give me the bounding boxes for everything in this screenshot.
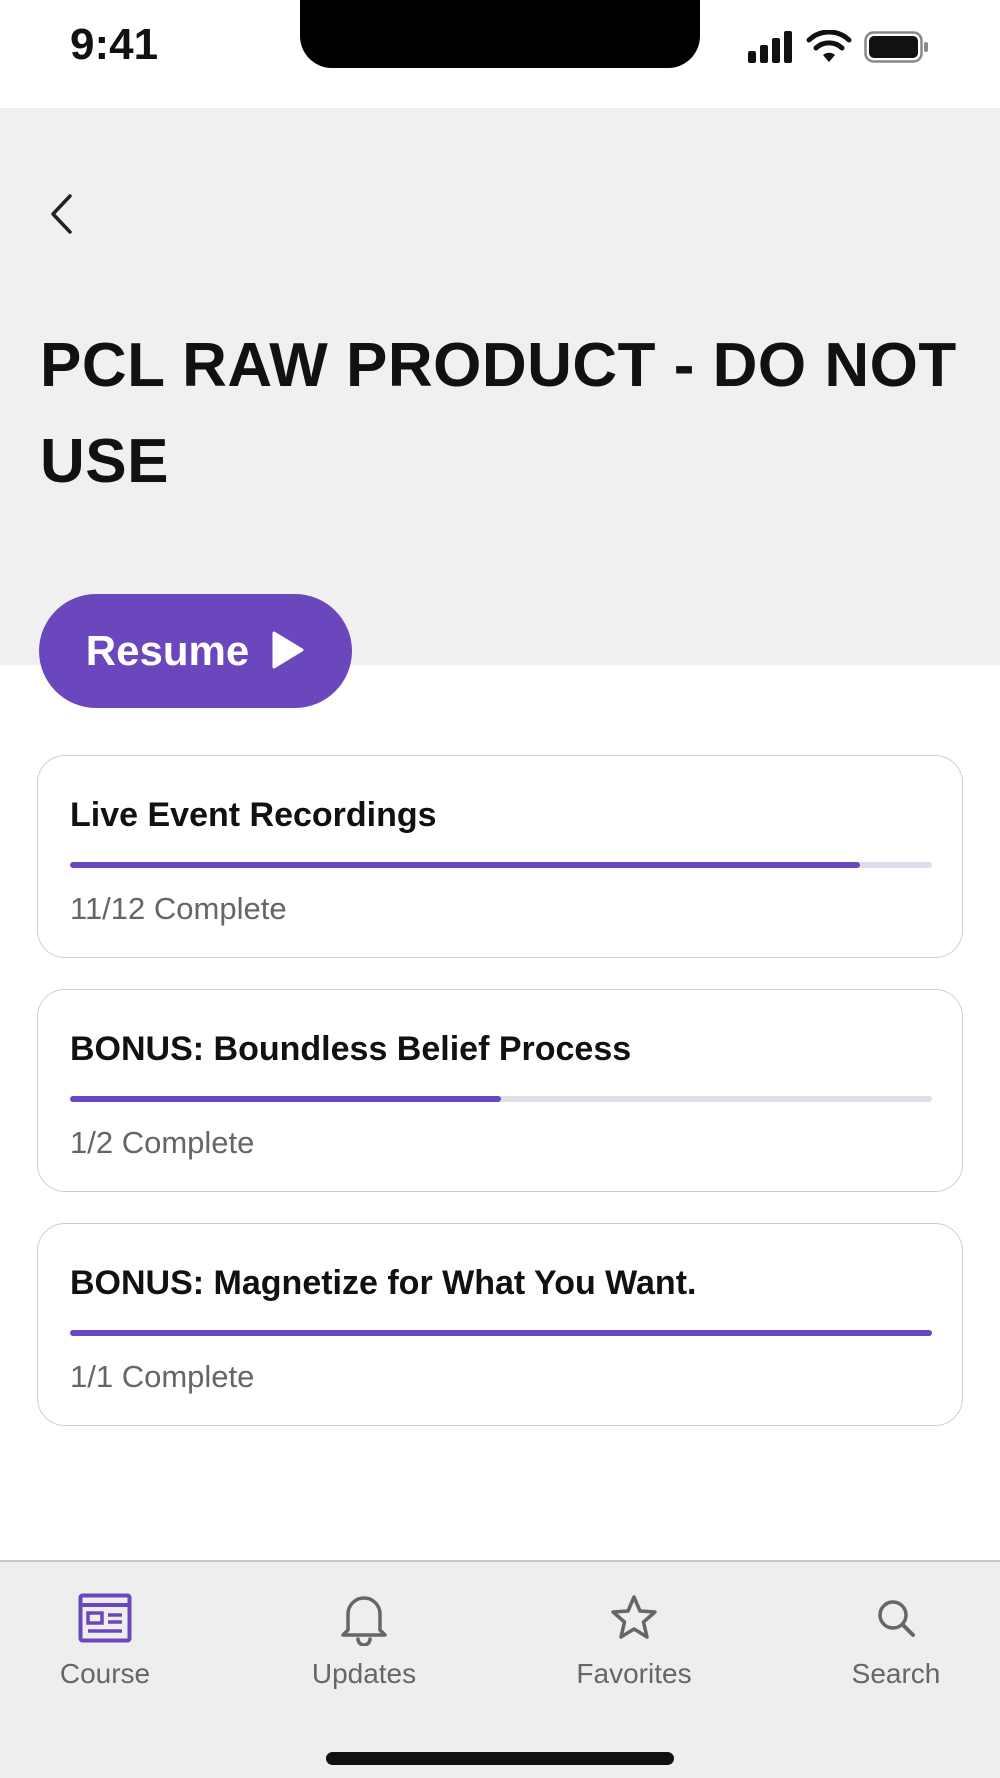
wifi-icon [806, 29, 852, 69]
status-icons [746, 29, 930, 69]
battery-icon [864, 31, 930, 68]
tab-bar: Course Updates Favorites Search [0, 1560, 1000, 1778]
module-progress-bar [70, 1096, 932, 1102]
star-icon [604, 1588, 664, 1648]
bell-icon [334, 1588, 394, 1648]
chevron-left-icon [46, 192, 76, 241]
page-title: PCL RAW PRODUCT - DO NOT USE [40, 331, 957, 496]
module-progress-fill [70, 1096, 501, 1102]
tab-label: Favorites [576, 1658, 692, 1689]
tab-course[interactable]: Course [15, 1588, 195, 1690]
resume-button-label: Resume [85, 627, 250, 674]
tab-label: Course [59, 1658, 151, 1689]
status-bar: 9:41 [0, 0, 1000, 108]
notch [300, 0, 700, 68]
module-title: BONUS: Magnetize for What You Want. [70, 1264, 697, 1302]
signal-icon [746, 31, 794, 68]
module-card[interactable]: BONUS: Magnetize for What You Want. 1/1 … [37, 1223, 963, 1426]
module-title: BONUS: Boundless Belief Process [70, 1030, 632, 1068]
tab-updates[interactable]: Updates [274, 1588, 454, 1690]
home-indicator [326, 1752, 674, 1765]
tab-search[interactable]: Search [806, 1588, 986, 1690]
module-progress-bar [70, 862, 932, 868]
module-card[interactable]: Live Event Recordings 11/12 Complete [37, 755, 963, 958]
play-icon [271, 630, 305, 673]
module-progress-fill [70, 1330, 932, 1336]
module-status: 11/12 Complete [70, 891, 287, 926]
course-icon [75, 1588, 135, 1648]
tab-label: Search [851, 1658, 941, 1689]
tab-favorites[interactable]: Favorites [544, 1588, 724, 1690]
module-progress-fill [70, 862, 861, 868]
tab-label: Updates [311, 1658, 417, 1689]
module-status: 1/2 Complete [70, 1125, 255, 1160]
module-card[interactable]: BONUS: Boundless Belief Process 1/2 Comp… [37, 989, 963, 1192]
status-time: 9:41 [70, 20, 159, 69]
resume-button[interactable]: Resume [39, 594, 352, 708]
back-button[interactable] [36, 186, 86, 246]
module-progress-bar [70, 1330, 932, 1336]
module-title: Live Event Recordings [70, 796, 437, 834]
search-icon [866, 1588, 926, 1648]
module-status: 1/1 Complete [70, 1359, 255, 1394]
